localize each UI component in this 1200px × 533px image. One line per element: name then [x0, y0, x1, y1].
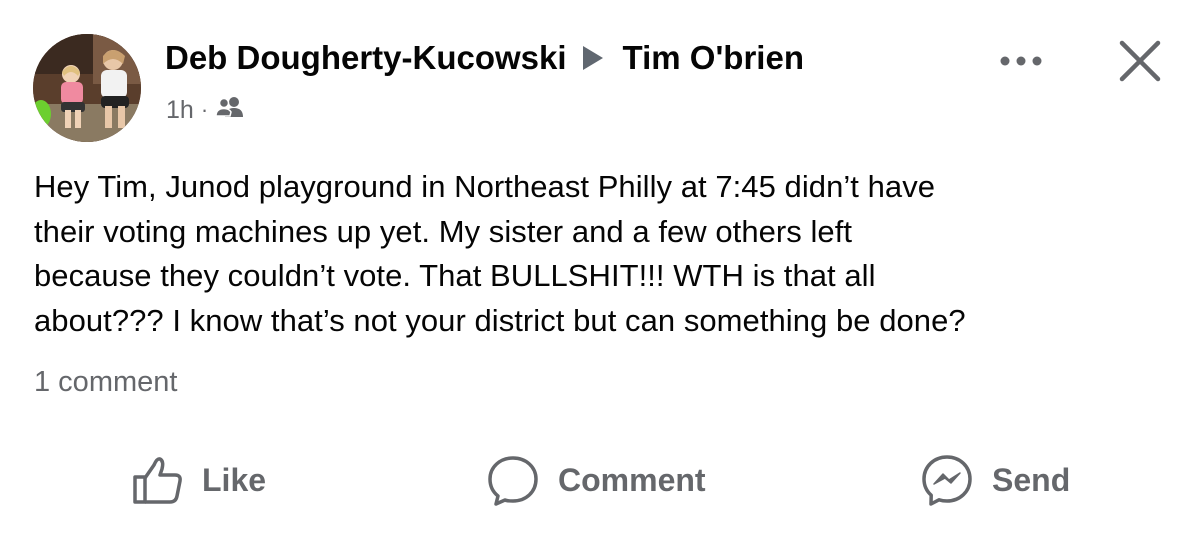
more-options-button[interactable]	[996, 46, 1046, 76]
close-button[interactable]	[1117, 38, 1163, 84]
recipient-name[interactable]: Tim O'brien	[623, 39, 804, 77]
like-button[interactable]: Like	[130, 450, 266, 510]
send-button[interactable]: Send	[920, 450, 1070, 510]
messenger-icon	[922, 455, 972, 506]
close-icon	[1119, 40, 1161, 82]
avatar-photo	[33, 34, 141, 142]
post-timestamp[interactable]: 1h	[166, 96, 194, 125]
post-body: Hey Tim, Junod playground in Northeast P…	[34, 165, 1174, 343]
like-label: Like	[202, 461, 267, 498]
post-body-line: their voting machines up yet. My sister …	[34, 213, 853, 249]
facebook-post: Deb Dougherty-Kucowski Tim O'brien 1h ·	[0, 0, 1200, 533]
author-line: Deb Dougherty-Kucowski Tim O'brien	[165, 36, 804, 80]
author-name[interactable]: Deb Dougherty-Kucowski	[165, 39, 567, 77]
post-body-line: about??? I know that’s not your district…	[34, 302, 966, 338]
author-avatar[interactable]	[33, 34, 141, 142]
thumbs-up-icon	[133, 457, 182, 504]
comment-label: Comment	[558, 461, 706, 498]
post-body-line: because they couldn’t vote. That BULLSHI…	[34, 258, 876, 293]
comment-bubble-icon	[488, 456, 538, 506]
friends-icon	[215, 96, 244, 125]
post-body-line: Hey Tim, Junod playground in Northeast P…	[34, 169, 936, 204]
more-options-icon	[1000, 56, 1042, 66]
post-meta: 1h ·	[166, 94, 244, 126]
meta-separator: ·	[200, 97, 209, 122]
send-label: Send	[992, 461, 1071, 498]
shared-to-arrow-icon	[582, 46, 603, 70]
comment-button[interactable]: Comment	[486, 450, 706, 510]
comment-count[interactable]: 1 comment	[34, 366, 177, 399]
